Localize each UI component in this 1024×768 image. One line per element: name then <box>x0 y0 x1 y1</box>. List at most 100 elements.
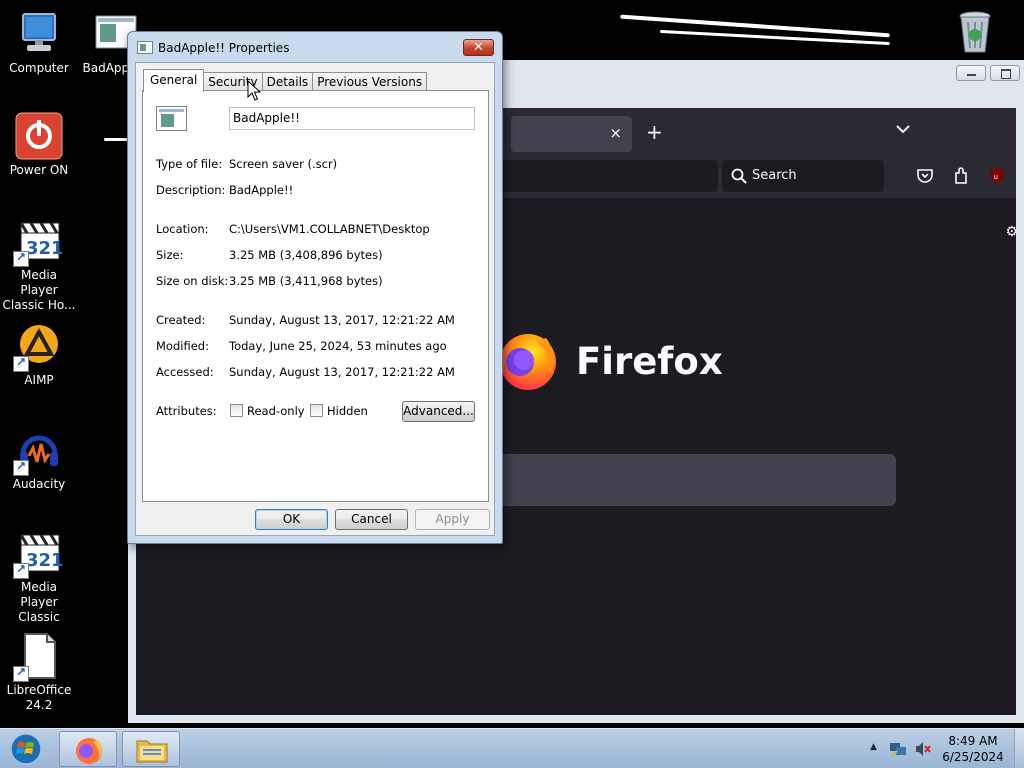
mouse-cursor-icon <box>247 80 261 101</box>
file-name-field[interactable]: BadApple!! <box>229 107 475 130</box>
size-on-disk-label: Size on disk: <box>156 274 229 288</box>
modified-value: Today, June 25, 2024, 53 minutes ago <box>229 339 447 353</box>
separator <box>156 390 474 391</box>
desktop-icon-label: AIMP <box>24 373 54 387</box>
firefox-icon <box>76 738 102 764</box>
clock-date: 6/25/2024 <box>942 750 1004 764</box>
media-player-icon: 321 <box>13 529 64 579</box>
screensaver-file-icon <box>137 41 153 54</box>
shortcut-arrow-icon <box>13 459 29 476</box>
close-button[interactable]: ✕ <box>463 39 494 56</box>
desktop-icon-label: Computer <box>9 61 69 75</box>
accessed-label: Accessed: <box>156 365 214 379</box>
desktop-icon-audacity[interactable]: Audacity <box>1 426 77 492</box>
start-button[interactable] <box>7 732 45 766</box>
created-label: Created: <box>156 313 206 327</box>
advanced-button[interactable]: Advanced... <box>402 401 475 422</box>
type-of-file-value: Screen saver (.scr) <box>229 157 338 171</box>
size-on-disk-value: 3.25 MB (3,411,968 bytes) <box>229 274 383 288</box>
firefox-wordmark: Firefox <box>576 340 723 383</box>
taskbar-explorer-button[interactable] <box>122 731 180 767</box>
recycle-bin-icon <box>951 8 999 56</box>
chevron-down-icon <box>896 125 910 134</box>
apply-button[interactable]: Apply <box>415 509 490 530</box>
audacity-icon <box>13 426 63 476</box>
system-clock[interactable]: 8:49 AM 6/25/2024 <box>930 733 1016 765</box>
cancel-button[interactable]: Cancel <box>335 509 408 530</box>
svg-text:u: u <box>994 173 998 181</box>
desktop-icon-libreoffice[interactable]: LibreOffice 24.2 <box>1 632 77 713</box>
created-value: Sunday, August 13, 2017, 12:21:22 AM <box>229 313 455 327</box>
attributes-label: Attributes: <box>156 404 217 418</box>
search-bar-label: Search <box>752 168 797 183</box>
new-tab-button[interactable]: + <box>646 122 663 142</box>
desktop-icon-label: Media Player Classic Ho... <box>2 268 76 312</box>
size-value: 3.25 MB (3,408,896 bytes) <box>229 248 383 262</box>
desktop-icon-label: Media Player Classic <box>18 580 60 624</box>
shortcut-arrow-icon <box>13 355 29 372</box>
separator <box>156 143 474 144</box>
clock-time: 8:49 AM <box>948 734 998 748</box>
aimp-icon <box>13 322 63 372</box>
dialog-title: BadApple!! Properties <box>158 41 290 55</box>
tab-details[interactable]: Details <box>261 72 314 91</box>
power-icon <box>15 112 63 160</box>
taskbar-firefox-button[interactable] <box>59 731 117 767</box>
close-tab-icon[interactable]: × <box>609 124 622 142</box>
accessed-value: Sunday, August 13, 2017, 12:21:22 AM <box>229 365 455 379</box>
dialog-body: General Security Details Previous Versio… <box>135 62 495 536</box>
search-icon <box>731 168 747 184</box>
hidden-label[interactable]: Hidden <box>327 404 368 418</box>
description-label: Description: <box>156 183 226 197</box>
customize-gear-icon[interactable]: ⚙ <box>1005 224 1018 240</box>
firefox-logo-icon <box>500 334 556 390</box>
network-icon[interactable] <box>889 740 907 758</box>
dialog-titlebar[interactable]: BadApple!! Properties ✕ <box>128 32 502 62</box>
folder-icon <box>136 740 168 763</box>
list-all-tabs-button[interactable] <box>896 122 910 138</box>
show-hidden-icons-button[interactable]: ▲ <box>870 742 877 752</box>
search-bar[interactable]: Search <box>722 160 884 192</box>
pocket-icon[interactable] <box>916 167 934 185</box>
libreoffice-icon <box>13 632 63 682</box>
ublock-origin-icon[interactable]: u <box>988 167 1006 185</box>
show-desktop-button[interactable] <box>1014 729 1024 768</box>
desktop-icon-power-on[interactable]: Power ON <box>1 112 77 178</box>
url-bar[interactable] <box>496 160 718 192</box>
tab-general[interactable]: General <box>143 69 205 92</box>
properties-dialog[interactable]: BadApple!! Properties ✕ General Security… <box>127 31 503 544</box>
maximize-button[interactable] <box>990 65 1020 81</box>
browser-tab[interactable]: × <box>511 116 632 152</box>
size-label: Size: <box>156 248 184 262</box>
read-only-label[interactable]: Read-only <box>247 404 305 418</box>
minimize-button[interactable] <box>956 65 986 81</box>
hidden-checkbox[interactable] <box>310 404 323 417</box>
tab-previous-versions[interactable]: Previous Versions <box>312 72 428 91</box>
taskbar: ▲ 8:49 AM 6/25/2024 <box>0 728 1024 768</box>
tab-strip: General Security Details Previous Versio… <box>143 69 428 92</box>
read-only-checkbox[interactable] <box>230 404 243 417</box>
svg-text:321: 321 <box>26 550 63 571</box>
svg-text:321: 321 <box>26 238 63 259</box>
description-value: BadApple!! <box>229 183 294 197</box>
desktop-icon-mpc-hc[interactable]: 321 Media Player Classic Ho... <box>1 217 77 313</box>
desktop-icon-computer[interactable]: Computer <box>1 10 77 76</box>
screensaver-file-icon <box>156 106 187 131</box>
desktop-icon-aimp[interactable]: AIMP <box>1 322 77 388</box>
desktop-icon-label: Power ON <box>9 163 69 177</box>
desktop-icon-mpc[interactable]: 321 Media Player Classic <box>1 529 77 625</box>
modified-label: Modified: <box>156 339 209 353</box>
web-search-box[interactable] <box>496 454 896 506</box>
type-of-file-label: Type of file: <box>156 157 223 171</box>
extensions-icon[interactable] <box>952 167 970 185</box>
shortcut-arrow-icon <box>13 562 29 579</box>
media-player-icon: 321 <box>13 217 64 267</box>
desktop-icon-recycle-bin[interactable] <box>937 8 1013 59</box>
window-controls <box>956 65 1020 81</box>
separator <box>156 208 474 209</box>
ok-button[interactable]: OK <box>255 509 328 530</box>
location-label: Location: <box>156 222 209 236</box>
desktop-icon-label: LibreOffice 24.2 <box>6 683 72 712</box>
location-value: C:\Users\VM1.COLLABNET\Desktop <box>229 222 430 236</box>
computer-icon <box>15 10 63 58</box>
